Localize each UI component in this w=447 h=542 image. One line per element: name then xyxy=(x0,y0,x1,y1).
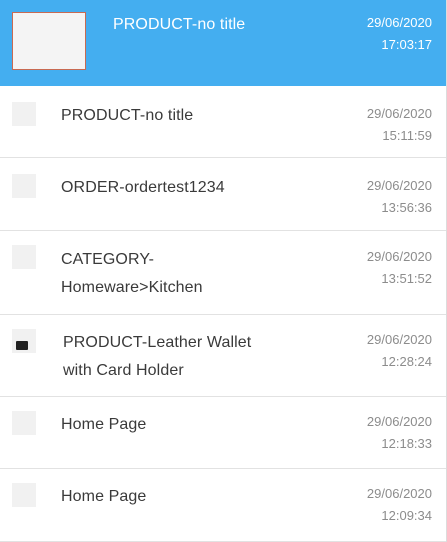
item-date: 29/06/2020 xyxy=(366,414,432,429)
list-item-selected[interactable]: PRODUCT-no title 29/06/2020 17:03:17 xyxy=(0,0,446,86)
item-title: PRODUCT-Leather Wallet with Card Holder xyxy=(63,334,252,379)
wallet-thumbnail-image xyxy=(12,329,36,353)
item-date: 29/06/2020 xyxy=(366,332,432,347)
item-date: 29/06/2020 xyxy=(366,486,432,501)
thumbnail-image xyxy=(12,411,36,435)
thumbnail-image xyxy=(12,102,36,126)
list-item[interactable]: ORDER-ordertest1234 29/06/2020 13:56:36 xyxy=(0,158,446,231)
item-title: CATEGORY-Homeware>Kitchen xyxy=(61,251,203,296)
item-title: ORDER-ordertest1234 xyxy=(61,179,225,196)
thumbnail-image xyxy=(12,483,36,507)
item-timestamp: 29/06/2020 12:18:33 xyxy=(322,411,432,455)
item-date: 29/06/2020 xyxy=(366,178,432,193)
item-time: 12:09:34 xyxy=(381,508,432,523)
item-timestamp: 29/06/2020 13:51:52 xyxy=(322,246,432,290)
list-item[interactable]: PRODUCT-Leather Wallet with Card Holder … xyxy=(0,315,446,397)
item-time: 13:56:36 xyxy=(381,200,432,215)
item-timestamp: 29/06/2020 13:56:36 xyxy=(322,175,432,219)
thumbnail-image xyxy=(12,174,36,198)
item-title: Home Page xyxy=(61,416,147,433)
item-time: 13:51:52 xyxy=(381,271,432,286)
item-date: 29/06/2020 xyxy=(366,249,432,264)
wallet-icon xyxy=(16,341,28,350)
item-title: PRODUCT-no title xyxy=(61,107,194,124)
item-time: 15:11:59 xyxy=(382,128,432,143)
item-time: 12:18:33 xyxy=(381,436,432,451)
item-time: 12:28:24 xyxy=(381,354,432,369)
item-timestamp: 29/06/2020 17:03:17 xyxy=(322,12,432,56)
item-title: Home Page xyxy=(61,488,147,505)
thumbnail-image xyxy=(12,245,36,269)
list-item[interactable]: Home Page 29/06/2020 12:09:34 xyxy=(0,469,446,542)
list-item[interactable]: Home Page 29/06/2020 12:18:33 xyxy=(0,397,446,469)
history-list: PRODUCT-no title 29/06/2020 17:03:17 PRO… xyxy=(0,0,447,542)
item-date: 29/06/2020 xyxy=(366,106,432,121)
item-timestamp: 29/06/2020 15:11:59 xyxy=(322,103,432,147)
item-time: 17:03:17 xyxy=(381,37,432,52)
list-item[interactable]: PRODUCT-no title 29/06/2020 15:11:59 xyxy=(0,86,446,158)
item-timestamp: 29/06/2020 12:28:24 xyxy=(322,329,432,373)
thumbnail-image xyxy=(12,12,86,70)
item-date: 29/06/2020 xyxy=(366,15,432,30)
item-timestamp: 29/06/2020 12:09:34 xyxy=(322,483,432,527)
list-item[interactable]: CATEGORY-Homeware>Kitchen 29/06/2020 13:… xyxy=(0,231,446,315)
